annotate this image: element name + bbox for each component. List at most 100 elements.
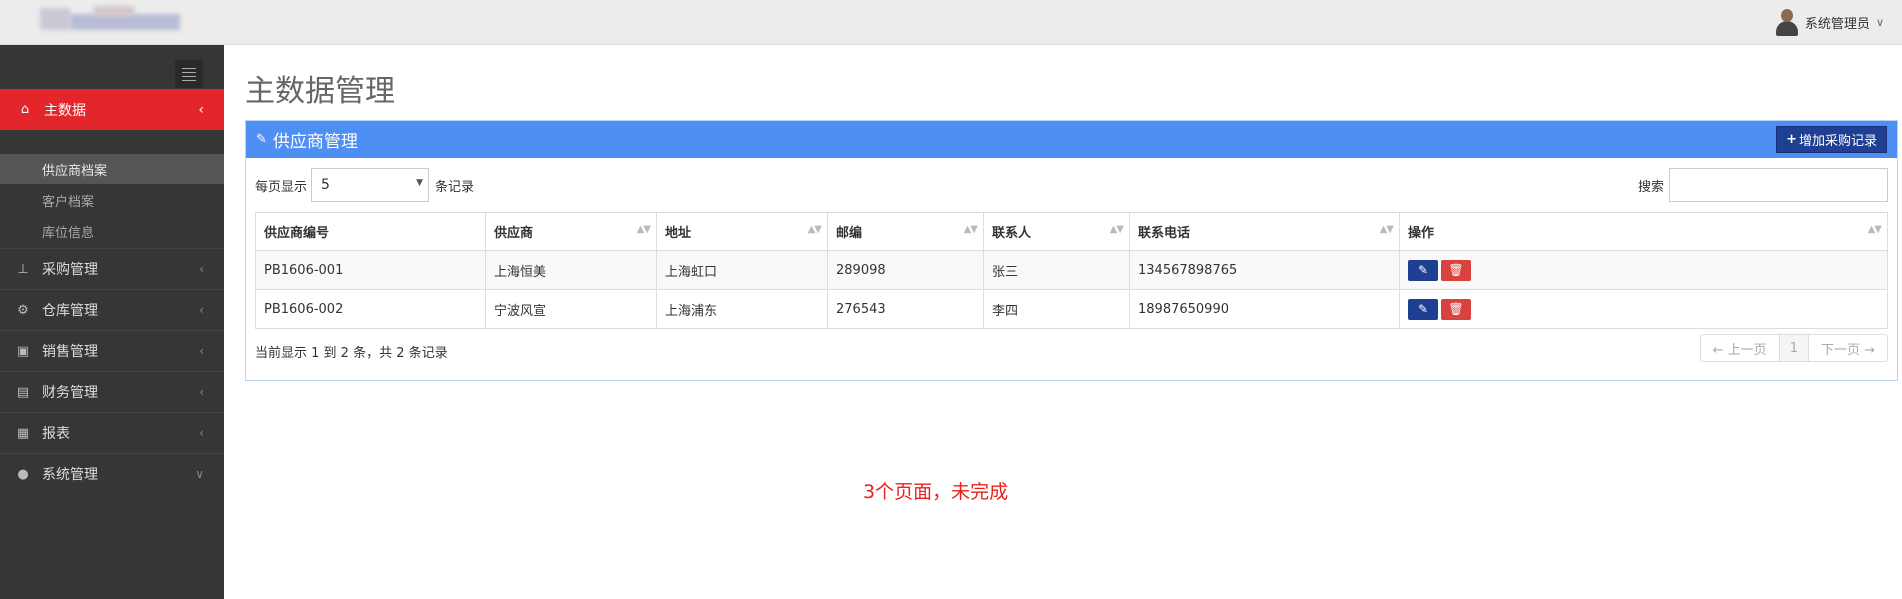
cell-supplier-id: PB1606-002 — [255, 289, 486, 329]
page-length-suffix: 条记录 — [435, 179, 475, 195]
cell-contact: 李四 — [983, 289, 1130, 329]
sidebar-item-master-data[interactable]: ⌂ 主数据 ‹ — [0, 89, 224, 130]
table-header-row: 供应商编号 供应商 ▲▼ 地址 ▲▼ 邮编 ▲▼ 联系人 ▲▼ 联系电话 ▲▼ 操作 ▲▼ — [255, 212, 1888, 251]
cell-address: 上海虹口 — [656, 250, 828, 290]
page-length-select[interactable]: 5 ▼ — [311, 168, 430, 202]
table-icon: ▦ — [16, 425, 30, 441]
home-icon: ⌂ — [20, 102, 30, 117]
top-bar: 系统管理员 ∨ — [0, 0, 1902, 45]
sidebar-item-label: 销售管理 — [42, 344, 98, 360]
sort-icon: ▲▼ — [636, 224, 651, 235]
column-header-address[interactable]: 地址 ▲▼ — [656, 212, 828, 251]
delete-button[interactable]: 🗑 — [1441, 259, 1471, 281]
search-control: 搜索 — [1638, 168, 1888, 202]
edit-button[interactable]: ✎ — [1408, 259, 1438, 281]
user-name: 系统管理员 — [1804, 16, 1870, 32]
sidebar-item-label: 报表 — [42, 426, 70, 442]
add-button-label: 增加采购记录 — [1798, 134, 1877, 149]
user-menu[interactable]: 系统管理员 ∨ — [1775, 8, 1884, 36]
table-info: 当前显示 1 到 2 条，共 2 条记录 — [255, 346, 448, 361]
menu-toggle-button[interactable] — [175, 60, 203, 88]
briefcase-icon: ▣ — [16, 343, 30, 359]
logo — [40, 6, 180, 36]
sidebar-subitem-supplier[interactable]: 供应商档案 — [0, 154, 224, 184]
sidebar-item-label: 采购管理 — [42, 262, 98, 278]
sort-icon: ▲▼ — [807, 224, 822, 235]
sort-icon: ▲▼ — [1379, 224, 1394, 235]
chevron-left-icon: ‹ — [199, 262, 204, 276]
pencil-icon: ✎ — [1417, 301, 1429, 316]
trash-icon: 🗑 — [1448, 262, 1464, 277]
chevron-left-icon: ‹ — [199, 385, 204, 399]
chevron-down-icon: ∨ — [195, 467, 204, 481]
sort-icon: ▲▼ — [1867, 224, 1882, 235]
cogs-icon: ⚙ — [17, 302, 29, 318]
note-text: 3个页面，未完成 — [863, 481, 1009, 503]
sidebar-subitem-label: 库位信息 — [42, 225, 95, 241]
sidebar-item-warehouse[interactable]: ⚙ 仓库管理 ‹ — [0, 289, 224, 330]
user-icon: ● — [17, 466, 29, 482]
sidebar-item-label: 仓库管理 — [42, 303, 98, 319]
sidebar-item-label: 系统管理 — [42, 467, 98, 483]
page-number-button[interactable]: 1 — [1778, 335, 1809, 361]
column-header-contact[interactable]: 联系人 ▲▼ — [983, 212, 1130, 251]
cell-phone: 134567898765 — [1129, 250, 1400, 290]
edit-icon: ✎ — [256, 132, 267, 147]
trash-icon: 🗑 — [1448, 301, 1464, 316]
sidebar-item-reports[interactable]: ▦ 报表 ‹ — [0, 412, 224, 453]
sitemap-icon: ⊥ — [17, 261, 29, 277]
table-row: PB1606-002 宁波风宣 上海浦东 276543 李四 189876509… — [255, 289, 1888, 329]
page-length-control: 每页显示 5 ▼ 条记录 — [255, 168, 474, 202]
supplier-table: 供应商编号 供应商 ▲▼ 地址 ▲▼ 邮编 ▲▼ 联系人 ▲▼ 联系电话 ▲▼ 操作 ▲▼ … — [255, 212, 1888, 329]
prev-page-button[interactable]: ← 上一页 — [1701, 335, 1779, 361]
page-length-value: 5 — [321, 177, 330, 193]
sidebar-item-label: 财务管理 — [42, 385, 98, 401]
chevron-left-icon: ‹ — [199, 344, 204, 358]
plus-icon: + — [1786, 132, 1797, 147]
panel-header: ✎ 供应商管理 + 增加采购记录 — [246, 121, 1897, 158]
page-length-label: 每页显示 — [255, 179, 308, 195]
cell-actions: ✎ 🗑 — [1399, 289, 1888, 329]
table-row: PB1606-001 上海恒美 上海虹口 289098 张三 134567898… — [255, 250, 1888, 290]
column-header-supplier-id[interactable]: 供应商编号 — [255, 212, 486, 251]
pencil-icon: ✎ — [1417, 262, 1429, 277]
sidebar-item-purchase[interactable]: ⊥ 采购管理 ‹ — [0, 248, 224, 289]
cell-contact: 张三 — [983, 250, 1130, 290]
cell-address: 上海浦东 — [656, 289, 828, 329]
pagination: ← 上一页 1 下一页 → — [1699, 334, 1888, 362]
column-header-postcode[interactable]: 邮编 ▲▼ — [827, 212, 984, 251]
sidebar-item-finance[interactable]: ▤ 财务管理 ‹ — [0, 371, 224, 412]
file-icon: ▤ — [16, 384, 30, 400]
chevron-left-icon: ‹ — [199, 426, 204, 440]
sidebar-item-label: 主数据 — [44, 102, 86, 119]
sidebar-item-sales[interactable]: ▣ 销售管理 ‹ — [0, 330, 224, 371]
cell-actions: ✎ 🗑 — [1399, 250, 1888, 290]
column-header-actions[interactable]: 操作 ▲▼ — [1399, 212, 1888, 251]
next-page-button[interactable]: 下一页 → — [1809, 335, 1887, 361]
cell-supplier: 上海恒美 — [485, 250, 657, 290]
sidebar-subitem-location[interactable]: 库位信息 — [0, 216, 224, 246]
search-input[interactable] — [1669, 168, 1888, 202]
sidebar-item-system[interactable]: ● 系统管理 ∨ — [0, 453, 224, 494]
add-purchase-record-button[interactable]: + 增加采购记录 — [1776, 126, 1887, 153]
sidebar-subitem-customer[interactable]: 客户档案 — [0, 185, 224, 215]
delete-button[interactable]: 🗑 — [1441, 298, 1471, 320]
supplier-panel: ✎ 供应商管理 + 增加采购记录 每页显示 5 ▼ 条记录 搜索 供应商编号 供… — [245, 120, 1898, 381]
cell-postcode: 289098 — [827, 250, 984, 290]
search-label: 搜索 — [1637, 179, 1664, 195]
dropdown-arrow-icon: ▼ — [416, 178, 424, 188]
sidebar: ⌂ 主数据 ‹ 供应商档案 客户档案 库位信息 ⊥ 采购管理 ‹ ⚙ 仓库管理 … — [0, 45, 224, 599]
column-header-phone[interactable]: 联系电话 ▲▼ — [1129, 212, 1400, 251]
edit-button[interactable]: ✎ — [1408, 298, 1438, 320]
avatar — [1775, 8, 1799, 36]
column-header-supplier[interactable]: 供应商 ▲▼ — [485, 212, 657, 251]
cell-supplier-id: PB1606-001 — [255, 250, 486, 290]
cell-postcode: 276543 — [827, 289, 984, 329]
cell-phone: 18987650990 — [1129, 289, 1400, 329]
chevron-left-icon: ‹ — [198, 101, 204, 118]
panel-title: 供应商管理 — [272, 132, 358, 152]
sidebar-subitem-label: 供应商档案 — [42, 163, 108, 179]
page-title: 主数据管理 — [245, 74, 395, 109]
sort-icon: ▲▼ — [1109, 224, 1124, 235]
sort-icon: ▲▼ — [963, 224, 978, 235]
